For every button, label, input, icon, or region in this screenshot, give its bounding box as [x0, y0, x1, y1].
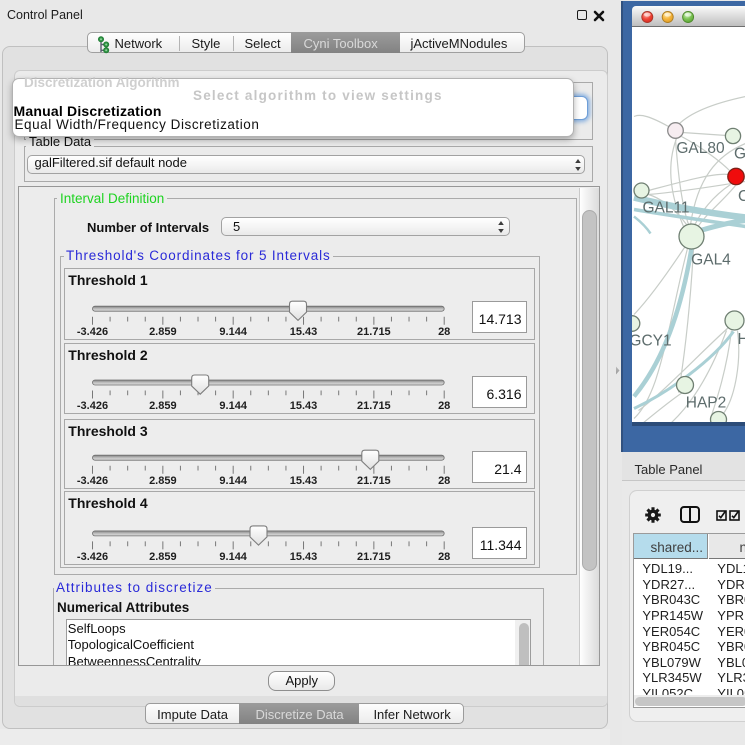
svg-text:9.144: 9.144 [219, 400, 247, 412]
svg-text:28: 28 [438, 400, 450, 412]
svg-text:21.715: 21.715 [357, 475, 391, 487]
svg-text:28: 28 [438, 551, 450, 563]
svg-text:15.43: 15.43 [289, 326, 317, 338]
svg-text:15.43: 15.43 [289, 400, 317, 412]
svg-text:-3.426: -3.426 [76, 400, 107, 412]
svg-text:28: 28 [438, 475, 450, 487]
svg-text:2.859: 2.859 [149, 400, 177, 412]
svg-text:9.144: 9.144 [219, 551, 247, 563]
svg-text:21.715: 21.715 [357, 326, 391, 338]
svg-text:15.43: 15.43 [289, 475, 317, 487]
svg-text:-3.426: -3.426 [76, 551, 107, 563]
svg-text:2.859: 2.859 [149, 326, 177, 338]
svg-text:2.859: 2.859 [149, 551, 177, 563]
svg-text:-3.426: -3.426 [76, 475, 107, 487]
svg-text:21.715: 21.715 [357, 400, 391, 412]
svg-text:15.43: 15.43 [289, 551, 317, 563]
svg-text:2.859: 2.859 [149, 475, 177, 487]
svg-text:9.144: 9.144 [219, 326, 247, 338]
svg-text:28: 28 [438, 326, 450, 338]
svg-text:-3.426: -3.426 [76, 326, 107, 338]
svg-text:9.144: 9.144 [219, 475, 247, 487]
svg-text:21.715: 21.715 [357, 551, 391, 563]
